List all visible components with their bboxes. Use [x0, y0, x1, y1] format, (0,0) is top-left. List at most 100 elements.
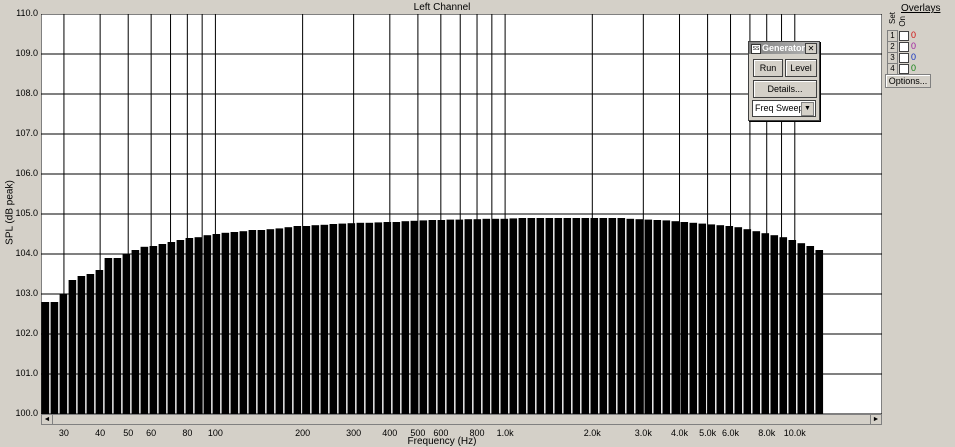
bar: [707, 224, 716, 414]
bar: [689, 222, 698, 414]
bar: [662, 220, 671, 414]
bar: [464, 219, 473, 414]
bar: [500, 218, 509, 414]
y-tick-label: 103.0: [15, 288, 38, 298]
bar: [599, 218, 608, 414]
bar: [752, 231, 761, 414]
bar: [797, 243, 806, 414]
bar: [401, 221, 410, 414]
bar: [329, 224, 338, 414]
bar: [104, 258, 113, 414]
bar: [185, 238, 194, 414]
bar: [113, 258, 122, 414]
bar: [788, 240, 797, 414]
y-tick-label: 102.0: [15, 328, 38, 338]
bar: [509, 218, 518, 414]
bar: [365, 222, 374, 414]
generator-title: Generator: [762, 43, 806, 53]
bar: [545, 218, 554, 414]
overlay-on-checkbox[interactable]: [899, 31, 909, 41]
horizontal-scrollbar[interactable]: ◄ ►: [41, 414, 882, 425]
y-tick-label: 101.0: [15, 368, 38, 378]
bar: [455, 219, 464, 414]
overlay-on-header: On: [898, 16, 907, 27]
bar: [383, 222, 392, 414]
bar: [59, 294, 68, 414]
bar: [392, 222, 401, 414]
x-axis-label: Frequency (Hz): [407, 436, 477, 447]
bar: [716, 225, 725, 414]
bar: [491, 218, 500, 414]
bar: [239, 231, 248, 414]
bar: [347, 223, 356, 414]
bar: [95, 270, 104, 414]
bar: [248, 230, 257, 414]
bar: [779, 237, 788, 414]
bar: [482, 218, 491, 414]
bar: [590, 218, 599, 414]
details-button[interactable]: Details...: [753, 80, 817, 98]
overlay-on-checkbox[interactable]: [899, 42, 909, 52]
bar: [671, 221, 680, 414]
bar: [167, 242, 176, 414]
bar: [194, 237, 203, 414]
bar: [257, 230, 266, 414]
bar: [158, 244, 167, 414]
y-tick-label: 104.0: [15, 248, 38, 258]
y-tick-label: 105.0: [15, 208, 38, 218]
bar: [743, 229, 752, 414]
overlay-on-checkbox[interactable]: [899, 64, 909, 74]
run-button[interactable]: Run: [753, 59, 783, 77]
sweep-mode-value: Freq Sweep: [755, 103, 804, 113]
chevron-down-icon[interactable]: ▼: [801, 102, 814, 116]
generator-titlebar[interactable]: SS Generator ✕: [749, 42, 819, 54]
overlay-count: 0: [911, 30, 917, 40]
app-icon: SS: [751, 44, 761, 54]
bar: [734, 227, 743, 414]
level-button[interactable]: Level: [785, 59, 817, 77]
sweep-mode-select[interactable]: Freq Sweep ▼: [752, 100, 816, 117]
bar: [428, 220, 437, 414]
overlay-on-checkbox[interactable]: [899, 53, 909, 63]
bar: [518, 218, 527, 414]
bar: [581, 218, 590, 414]
bar: [635, 219, 644, 414]
close-icon[interactable]: ✕: [805, 43, 817, 54]
bar: [761, 233, 770, 414]
bar: [338, 223, 347, 414]
bar: [293, 226, 302, 414]
bar: [41, 302, 50, 414]
bar: [320, 224, 329, 414]
bar: [680, 222, 689, 414]
bar: [815, 250, 824, 414]
bar: [374, 222, 383, 414]
bar: [608, 218, 617, 414]
bar: [536, 218, 545, 414]
bar: [77, 276, 86, 414]
bar: [140, 246, 149, 414]
bar: [653, 220, 662, 414]
options-button[interactable]: Options...: [885, 74, 931, 88]
bar: [122, 254, 131, 414]
scroll-right-arrow-icon[interactable]: ►: [870, 415, 881, 424]
bar: [419, 220, 428, 414]
generator-window: SS Generator ✕ Run Level Details... Freq…: [748, 41, 820, 121]
bar: [356, 222, 365, 414]
bar: [230, 232, 239, 414]
bar: [149, 246, 158, 414]
bar: [572, 218, 581, 414]
y-tick-label: 106.0: [15, 168, 38, 178]
scroll-left-arrow-icon[interactable]: ◄: [42, 415, 53, 424]
bar: [563, 218, 572, 414]
bar: [221, 232, 230, 414]
y-tick-label: 108.0: [15, 88, 38, 98]
bar: [284, 227, 293, 414]
bar: [131, 250, 140, 414]
y-tick-label: 110.0: [16, 8, 38, 18]
bar: [473, 219, 482, 414]
y-tick-label: 100.0: [15, 408, 38, 418]
bar: [770, 235, 779, 414]
overlays-title[interactable]: Overlays: [901, 3, 940, 14]
bar: [86, 274, 95, 414]
bar: [50, 302, 59, 414]
